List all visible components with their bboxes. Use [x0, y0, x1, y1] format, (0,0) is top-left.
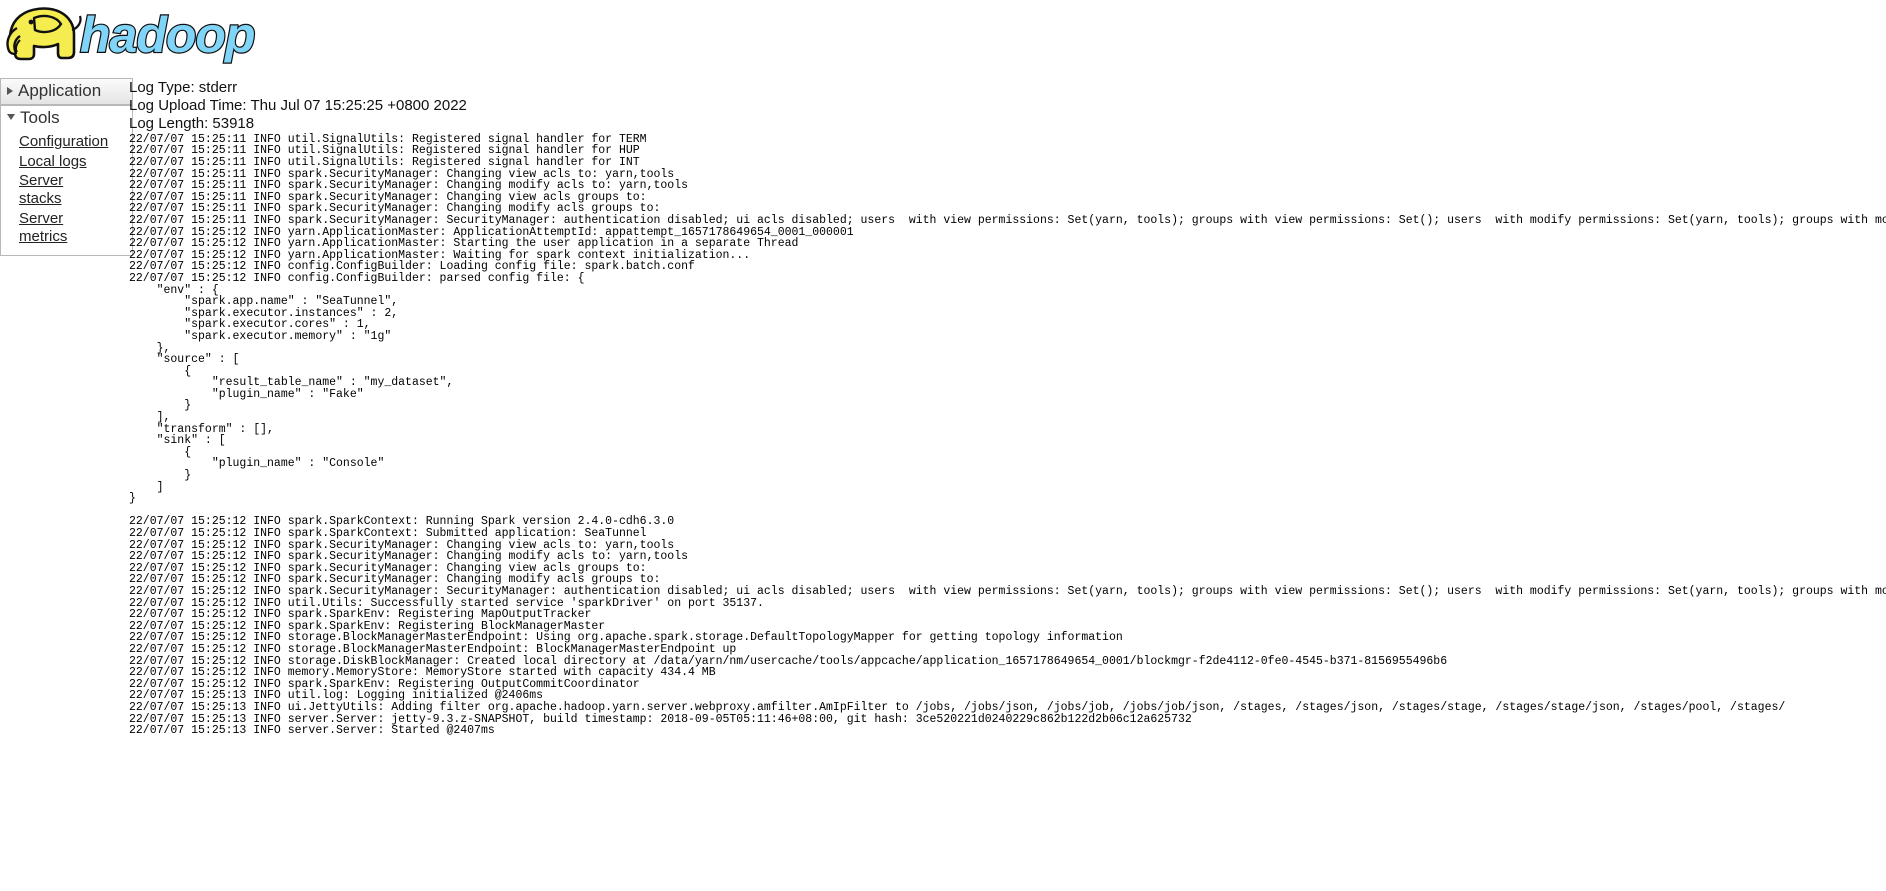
sidebar-section-application-label: Application [18, 81, 102, 100]
log-metadata: Log Type: stderr Log Upload Time: Thu Ju… [129, 78, 1886, 134]
log-upload-time: Log Upload Time: Thu Jul 07 15:25:25 +08… [129, 96, 467, 114]
log-length: Log Length: 53918 [129, 114, 255, 132]
log-output-text: 22/07/07 15:25:11 INFO util.SignalUtils:… [129, 132, 1886, 738]
sidebar-item-configuration[interactable]: Configuration [1, 133, 132, 153]
chevron-down-icon [7, 114, 15, 121]
sidebar-item-server-metrics[interactable]: Server metrics [1, 210, 132, 247]
hadoop-logo-header: hadoop [0, 0, 300, 78]
chevron-right-icon [7, 86, 13, 95]
sidebar-nav: Application Tools Configuration Local lo… [0, 78, 133, 257]
svg-text:hadoop: hadoop [80, 7, 255, 63]
sidebar-section-tools[interactable]: Tools [0, 104, 133, 131]
sidebar-tools-items: Configuration Local logs Server stacks S… [0, 130, 133, 257]
sidebar-section-tools-label: Tools [20, 107, 60, 127]
log-content-area: Log Type: stderr Log Upload Time: Thu Ju… [129, 78, 1886, 891]
sidebar-item-local-logs[interactable]: Local logs [1, 153, 132, 173]
log-type: Log Type: stderr [129, 79, 238, 96]
hadoop-logo-icon: hadoop [6, 6, 257, 64]
sidebar-section-application[interactable]: Application [0, 78, 133, 105]
sidebar-item-server-stacks[interactable]: Server stacks [1, 172, 132, 209]
